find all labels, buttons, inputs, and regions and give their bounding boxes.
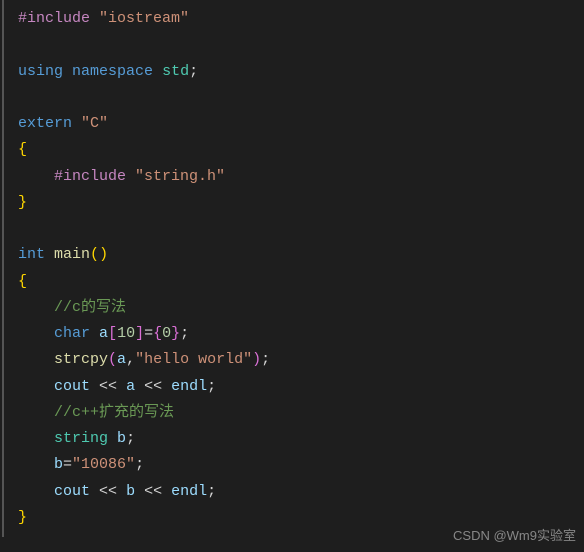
comma: , — [126, 351, 135, 368]
identifier-cout: cout — [54, 483, 90, 500]
type-string: string — [54, 430, 108, 447]
operator-stream: << — [99, 378, 117, 395]
string-literal: "10086" — [72, 456, 135, 473]
preprocessor-directive: #include — [54, 168, 126, 185]
code-line: strcpy(a,"hello world"); — [18, 347, 584, 373]
operator-assign: = — [63, 456, 72, 473]
bracket-open: [ — [108, 325, 117, 342]
code-line: cout << b << endl; — [18, 479, 584, 505]
brace-close: } — [18, 194, 27, 211]
code-line: cout << a << endl; — [18, 374, 584, 400]
operator-stream: << — [144, 483, 162, 500]
brace-close: } — [18, 509, 27, 526]
code-editor: #include "iostream" using namespace std;… — [2, 0, 584, 537]
brace-close: } — [171, 325, 180, 342]
number-literal: 0 — [162, 325, 171, 342]
semicolon: ; — [126, 430, 135, 447]
linkage-spec: "C" — [81, 115, 108, 132]
header-name: "iostream" — [99, 10, 189, 27]
blank-line — [18, 32, 584, 58]
watermark-text: CSDN @Wm9实验室 — [453, 525, 576, 548]
code-line: int main() — [18, 242, 584, 268]
variable-a: a — [99, 325, 108, 342]
brace-open: { — [18, 141, 27, 158]
semicolon: ; — [261, 351, 270, 368]
paren-close: ) — [99, 246, 108, 263]
bracket-close: ] — [135, 325, 144, 342]
operator-stream: << — [144, 378, 162, 395]
operator-assign: = — [144, 325, 153, 342]
code-line: { — [18, 137, 584, 163]
function-main: main — [54, 246, 90, 263]
paren-open: ( — [90, 246, 99, 263]
keyword-using: using — [18, 63, 63, 80]
comment: //c++扩充的写法 — [54, 404, 174, 421]
code-line: b="10086"; — [18, 452, 584, 478]
code-line: #include "iostream" — [18, 6, 584, 32]
blank-line — [18, 85, 584, 111]
paren-close: ) — [252, 351, 261, 368]
code-line: } — [18, 190, 584, 216]
comment: //c的写法 — [54, 299, 126, 316]
brace-open: { — [153, 325, 162, 342]
code-line: char a[10]={0}; — [18, 321, 584, 347]
code-line: #include "string.h" — [18, 164, 584, 190]
identifier-endl: endl — [171, 483, 207, 500]
brace-open: { — [18, 273, 27, 290]
paren-open: ( — [108, 351, 117, 368]
keyword-extern: extern — [18, 115, 72, 132]
namespace-std: std — [162, 63, 189, 80]
preprocessor-directive: #include — [18, 10, 90, 27]
string-literal: "hello world" — [135, 351, 252, 368]
header-name: "string.h" — [135, 168, 225, 185]
identifier-cout: cout — [54, 378, 90, 395]
blank-line — [18, 216, 584, 242]
code-line: { — [18, 269, 584, 295]
code-line: //c++扩充的写法 — [18, 400, 584, 426]
operator-stream: << — [99, 483, 117, 500]
variable-a: a — [126, 378, 135, 395]
keyword-namespace: namespace — [72, 63, 153, 80]
variable-a: a — [117, 351, 126, 368]
semicolon: ; — [189, 63, 198, 80]
code-line: using namespace std; — [18, 59, 584, 85]
keyword-char: char — [54, 325, 90, 342]
keyword-int: int — [18, 246, 45, 263]
variable-b: b — [126, 483, 135, 500]
semicolon: ; — [207, 378, 216, 395]
identifier-endl: endl — [171, 378, 207, 395]
code-line: extern "C" — [18, 111, 584, 137]
code-line: string b; — [18, 426, 584, 452]
semicolon: ; — [180, 325, 189, 342]
variable-b: b — [54, 456, 63, 473]
semicolon: ; — [207, 483, 216, 500]
function-strcpy: strcpy — [54, 351, 108, 368]
code-line: //c的写法 — [18, 295, 584, 321]
number-literal: 10 — [117, 325, 135, 342]
variable-b: b — [117, 430, 126, 447]
semicolon: ; — [135, 456, 144, 473]
